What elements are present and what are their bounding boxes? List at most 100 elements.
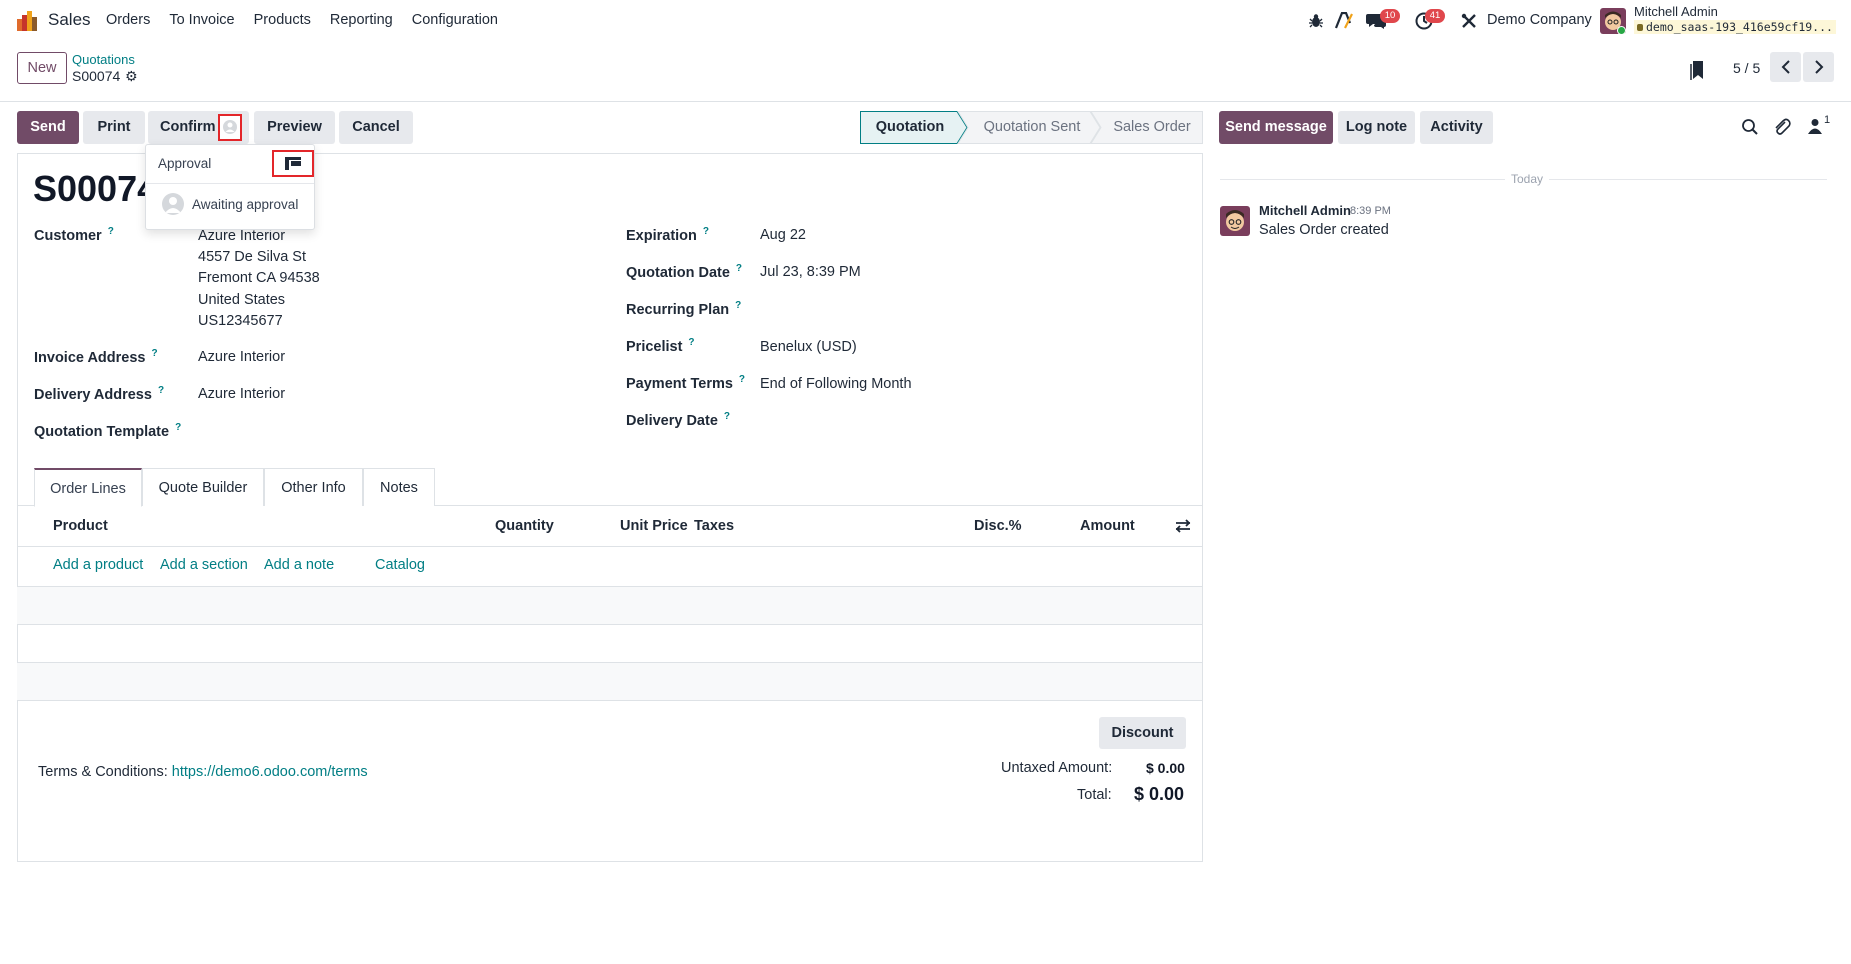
app-logo-icon[interactable]	[16, 10, 38, 32]
tools-icon[interactable]	[1461, 13, 1477, 29]
chevron-right-icon	[1814, 60, 1823, 74]
column-settings-icon[interactable]	[1175, 518, 1191, 534]
paperclip-icon[interactable]	[1773, 118, 1791, 136]
kanban-icon	[285, 157, 301, 170]
expiration-label: Expiration?	[626, 226, 709, 244]
tab-notes[interactable]: Notes	[363, 468, 435, 506]
column-taxes[interactable]: Taxes	[694, 518, 734, 534]
message-time: 8:39 PM	[1350, 205, 1391, 217]
user-placeholder-icon	[223, 120, 237, 134]
breadcrumb-quotations[interactable]: Quotations	[72, 52, 135, 67]
gear-icon[interactable]: ⚙	[125, 68, 139, 84]
company-switcher[interactable]: Demo Company	[1487, 12, 1592, 28]
delivery-date-label-text: Delivery Date	[626, 412, 718, 429]
pricelist-value[interactable]: Benelux (USD)	[760, 339, 857, 355]
quotation-date-label-text: Quotation Date	[626, 264, 730, 281]
menu-products[interactable]: Products	[254, 12, 311, 28]
top-navbar: Sales Orders To Invoice Products Reporti…	[0, 0, 1851, 42]
avatar	[162, 193, 184, 215]
preview-button[interactable]: Preview	[254, 111, 335, 144]
approval-awaiting-item[interactable]: Awaiting approval	[162, 193, 298, 215]
terms-label: Terms & Conditions:	[38, 764, 168, 780]
send-button[interactable]: Send	[17, 111, 79, 144]
column-product[interactable]: Product	[53, 518, 108, 534]
discount-button[interactable]: Discount	[1099, 717, 1186, 749]
help-icon[interactable]: ?	[724, 411, 730, 422]
delivery-address-label: Delivery Address?	[34, 385, 164, 403]
tab-other-info[interactable]: Other Info	[264, 468, 363, 506]
help-icon[interactable]: ?	[703, 226, 709, 237]
help-icon[interactable]: ?	[736, 263, 742, 274]
quotation-template-label-text: Quotation Template	[34, 423, 170, 440]
terms-link[interactable]: https://demo6.odoo.com/terms	[172, 764, 368, 780]
help-icon[interactable]: ?	[735, 300, 741, 311]
help-icon[interactable]: ?	[739, 374, 745, 385]
delivery-address-value[interactable]: Azure Interior	[198, 386, 285, 402]
quotation-date-value[interactable]: Jul 23, 8:39 PM	[760, 264, 861, 280]
new-button[interactable]: New	[17, 52, 67, 84]
record-name: S00074	[33, 168, 158, 209]
tab-order-lines[interactable]: Order Lines	[34, 468, 142, 507]
status-sales-order[interactable]: Sales Order	[1102, 111, 1202, 144]
ai-icon[interactable]	[1335, 12, 1354, 29]
menu-reporting[interactable]: Reporting	[330, 12, 393, 28]
tab-quote-builder[interactable]: Quote Builder	[142, 468, 264, 506]
add-section-link[interactable]: Add a section	[160, 557, 248, 573]
menu-configuration[interactable]: Configuration	[412, 12, 498, 28]
followers-button[interactable]: 1	[1808, 114, 1834, 136]
column-unit-price[interactable]: Unit Price	[620, 518, 688, 534]
customer-label: Customer?	[34, 226, 114, 244]
messages-badge: 10	[1380, 9, 1400, 23]
activities-badge: 41	[1425, 9, 1445, 23]
terms-conditions: Terms & Conditions: https://demo6.odoo.c…	[38, 764, 368, 780]
menu-orders[interactable]: Orders	[106, 12, 150, 28]
payment-terms-value[interactable]: End of Following Month	[760, 376, 912, 392]
main-menu: Orders To Invoice Products Reporting Con…	[106, 12, 517, 28]
menu-to-invoice[interactable]: To Invoice	[169, 12, 234, 28]
bug-icon[interactable]	[1309, 13, 1323, 29]
form-sheet	[17, 153, 1203, 862]
column-quantity[interactable]: Quantity	[495, 518, 554, 534]
help-icon[interactable]: ?	[108, 226, 114, 237]
customer-address[interactable]: Azure Interior 4557 De Silva St Fremont …	[198, 226, 320, 332]
status-quotation[interactable]: Quotation	[860, 111, 960, 144]
follower-icon	[1808, 119, 1822, 134]
search-icon[interactable]	[1741, 118, 1759, 136]
help-icon[interactable]: ?	[175, 422, 181, 433]
help-icon[interactable]: ?	[151, 348, 157, 359]
catalog-link[interactable]: Catalog	[375, 557, 425, 573]
messages-systray[interactable]: 10	[1366, 9, 1400, 30]
column-discount[interactable]: Disc.%	[974, 518, 1022, 534]
expiration-value[interactable]: Aug 22	[760, 227, 806, 243]
payment-terms-label-text: Payment Terms	[626, 375, 733, 392]
add-product-link[interactable]: Add a product	[53, 557, 143, 573]
send-message-button[interactable]: Send message	[1219, 111, 1333, 144]
add-note-link[interactable]: Add a note	[264, 557, 334, 573]
approval-avatar-button[interactable]	[218, 114, 242, 141]
column-amount[interactable]: Amount	[1080, 518, 1135, 534]
user-name[interactable]: Mitchell Admin	[1634, 4, 1718, 19]
breadcrumb-current: S00074	[72, 68, 121, 84]
pager-previous-button[interactable]	[1770, 52, 1801, 82]
message-author-avatar[interactable]	[1220, 206, 1250, 236]
pager-value[interactable]: 5 / 5	[1733, 60, 1760, 76]
recurring-plan-value[interactable]	[760, 300, 1060, 320]
print-button[interactable]: Print	[83, 111, 145, 144]
app-name[interactable]: Sales	[48, 10, 91, 30]
help-icon[interactable]: ?	[158, 385, 164, 396]
status-quotation-sent[interactable]: Quotation Sent	[968, 111, 1096, 144]
activities-systray[interactable]: 41	[1415, 9, 1445, 30]
approval-kanban-button[interactable]	[272, 150, 314, 177]
help-icon[interactable]: ?	[688, 337, 694, 348]
activity-button[interactable]: Activity	[1420, 111, 1493, 144]
quotation-template-value[interactable]	[198, 422, 498, 442]
message-author[interactable]: Mitchell Admin	[1259, 203, 1351, 218]
quotation-date-label: Quotation Date?	[626, 263, 742, 281]
cancel-button[interactable]: Cancel	[339, 111, 413, 144]
approval-dropdown: Approval Awaiting approval	[145, 144, 315, 230]
log-note-button[interactable]: Log note	[1338, 111, 1415, 144]
delivery-date-value[interactable]	[760, 411, 1060, 431]
invoice-address-value[interactable]: Azure Interior	[198, 349, 285, 365]
bookmark-icon[interactable]	[1690, 60, 1706, 80]
pager-next-button[interactable]	[1803, 52, 1834, 82]
